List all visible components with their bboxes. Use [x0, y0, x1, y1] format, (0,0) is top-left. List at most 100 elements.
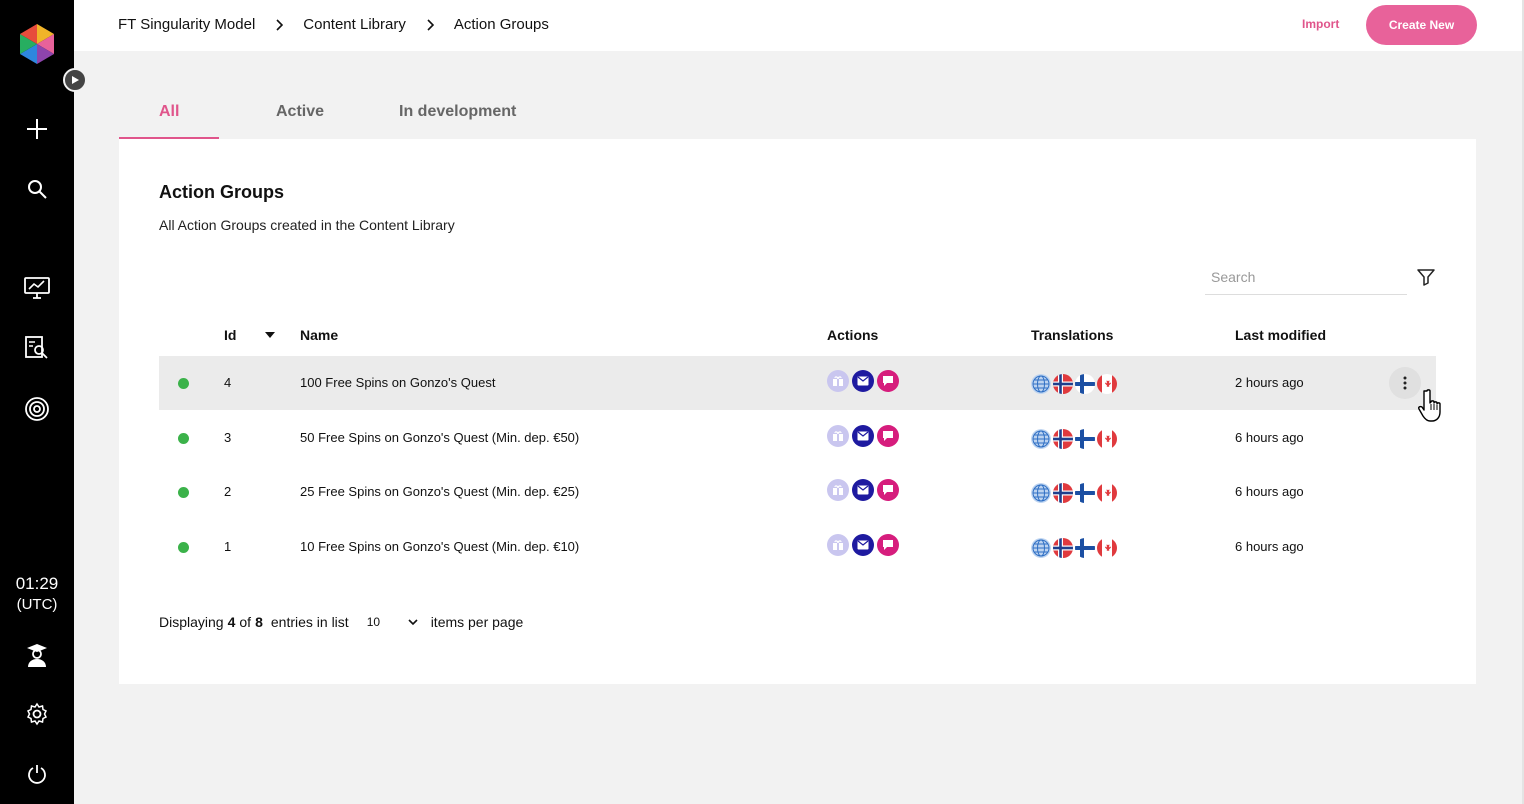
- row-actions: [827, 424, 899, 447]
- breadcrumb-item-model[interactable]: FT Singularity Model: [118, 16, 255, 33]
- pagination: Displaying 4 of 8 entries in list 10 ite…: [159, 610, 523, 634]
- row-id: 2: [224, 484, 232, 500]
- row-id: 3: [224, 429, 232, 445]
- column-header-translations: Translations: [1031, 327, 1114, 343]
- search-icon[interactable]: [22, 174, 52, 204]
- power-icon[interactable]: [22, 759, 52, 789]
- breadcrumb-item-library[interactable]: Content Library: [303, 16, 406, 33]
- monitor-chart-icon[interactable]: [22, 273, 52, 303]
- settings-icon[interactable]: [22, 699, 52, 729]
- pagination-of: of: [239, 614, 252, 630]
- row-last-modified: 6 hours ago: [1235, 484, 1304, 500]
- table-row[interactable]: 4 100 Free Spins on Gonzo's Quest 2 hour…: [159, 356, 1436, 410]
- card-title: Action Groups: [159, 182, 284, 202]
- column-header-name[interactable]: Name: [300, 327, 338, 343]
- row-name[interactable]: 25 Free Spins on Gonzo's Quest (Min. dep…: [300, 484, 579, 499]
- flag-globe-icon: [1031, 428, 1051, 449]
- row-last-modified: 2 hours ago: [1235, 375, 1304, 390]
- import-button[interactable]: Import: [1302, 17, 1339, 31]
- status-indicator: [178, 432, 189, 444]
- top-bar: FT Singularity Model Content Library Act…: [74, 0, 1522, 51]
- clock-time: 01:29: [15, 574, 59, 593]
- target-icon[interactable]: [22, 394, 52, 424]
- flag-finland-icon: [1075, 483, 1095, 504]
- email-icon: [852, 534, 874, 557]
- sort-down-icon[interactable]: [265, 332, 275, 338]
- flag-finland-icon: [1075, 428, 1095, 449]
- tab-all[interactable]: All: [159, 103, 179, 121]
- more-options-button[interactable]: [1389, 367, 1421, 399]
- pagination-entries-text: entries in list: [270, 614, 349, 630]
- academy-icon[interactable]: [22, 640, 52, 670]
- status-indicator: [178, 487, 189, 499]
- email-icon: [852, 479, 874, 502]
- search-input[interactable]: [1205, 259, 1407, 295]
- add-icon[interactable]: [22, 114, 52, 144]
- email-icon: [852, 370, 874, 392]
- gift-icon: [827, 534, 849, 557]
- sidebar: 01:29 (UTC): [0, 0, 74, 804]
- row-actions: [827, 479, 899, 502]
- document-search-icon[interactable]: [22, 333, 52, 363]
- gift-icon: [827, 370, 849, 392]
- items-per-page-value: 10: [366, 615, 381, 629]
- flag-finland-icon: [1075, 374, 1095, 394]
- expand-sidebar-button[interactable]: [63, 68, 87, 92]
- filter-icon[interactable]: [1416, 267, 1436, 287]
- row-translations: [1031, 428, 1117, 449]
- flag-globe-icon: [1031, 483, 1051, 504]
- flag-globe-icon: [1031, 374, 1051, 394]
- flag-norway-icon: [1053, 538, 1073, 559]
- row-id: 4: [224, 375, 232, 390]
- row-id: 1: [224, 539, 232, 555]
- row-actions: [827, 370, 899, 392]
- chevron-down-icon: [408, 619, 418, 626]
- flag-canada-icon: [1097, 538, 1117, 559]
- app-logo[interactable]: [18, 24, 56, 64]
- gift-icon: [827, 479, 849, 502]
- pagination-prefix: Displaying: [159, 614, 224, 630]
- flag-finland-icon: [1075, 538, 1095, 559]
- hand-cursor-icon: [1418, 389, 1441, 422]
- column-header-actions: Actions: [827, 327, 879, 343]
- create-new-button[interactable]: Create New: [1366, 5, 1477, 45]
- tab-in-development[interactable]: In development: [399, 103, 516, 121]
- breadcrumb-item-current: Action Groups: [453, 16, 549, 33]
- flag-canada-icon: [1097, 483, 1117, 504]
- row-translations: [1031, 538, 1117, 559]
- table-row[interactable]: 3 50 Free Spins on Gonzo's Quest (Min. d…: [159, 411, 1436, 465]
- row-translations: [1031, 483, 1117, 504]
- play-icon: [72, 76, 79, 84]
- sms-icon: [877, 479, 899, 502]
- table-row[interactable]: 1 10 Free Spins on Gonzo's Quest (Min. d…: [159, 520, 1436, 574]
- column-header-id[interactable]: Id: [224, 327, 236, 343]
- action-groups-card: Action Groups All Action Groups created …: [119, 139, 1476, 684]
- sms-icon: [877, 424, 899, 447]
- flag-norway-icon: [1053, 483, 1073, 504]
- gift-icon: [827, 424, 849, 447]
- clock: 01:29 (UTC): [0, 574, 74, 613]
- sms-icon: [877, 534, 899, 557]
- card-subtitle: All Action Groups created in the Content…: [159, 217, 455, 233]
- table-row[interactable]: 2 25 Free Spins on Gonzo's Quest (Min. d…: [159, 465, 1436, 519]
- pagination-shown: 4: [227, 614, 236, 630]
- email-icon: [852, 424, 874, 447]
- items-per-page-select[interactable]: 10: [354, 610, 423, 634]
- status-indicator: [178, 542, 189, 554]
- breadcrumb: FT Singularity Model Content Library Act…: [118, 16, 549, 33]
- row-last-modified: 6 hours ago: [1235, 539, 1304, 555]
- flag-canada-icon: [1097, 374, 1117, 394]
- flag-norway-icon: [1053, 428, 1073, 449]
- flag-globe-icon: [1031, 538, 1051, 559]
- pagination-total: 8: [255, 614, 263, 630]
- kebab-menu-icon: [1403, 376, 1407, 390]
- chevron-right-icon: [275, 18, 284, 31]
- tab-active[interactable]: Active: [276, 103, 324, 121]
- column-header-last-modified[interactable]: Last modified: [1235, 327, 1326, 343]
- row-name[interactable]: 50 Free Spins on Gonzo's Quest (Min. dep…: [300, 430, 579, 445]
- sms-icon: [877, 370, 899, 392]
- status-indicator: [178, 378, 189, 389]
- row-name[interactable]: 100 Free Spins on Gonzo's Quest: [300, 375, 495, 390]
- flag-norway-icon: [1053, 374, 1073, 394]
- row-name[interactable]: 10 Free Spins on Gonzo's Quest (Min. dep…: [300, 539, 579, 554]
